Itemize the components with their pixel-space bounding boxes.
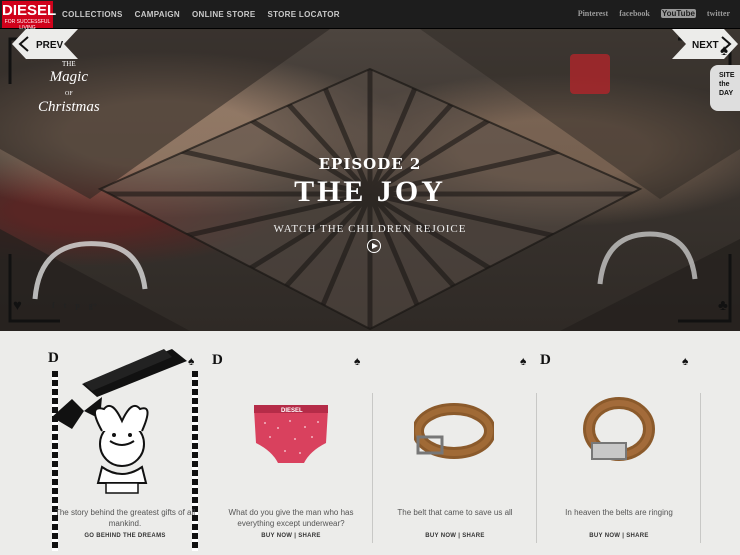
- share-button[interactable]: SHARE: [626, 533, 649, 539]
- facebook-icon[interactable]: f: [52, 301, 55, 311]
- diesel-logo[interactable]: DIESEL FOR SUCCESSFUL LIVING: [2, 1, 57, 31]
- club-icon: ♣: [718, 297, 728, 314]
- site-tab-line2: the DAY: [719, 81, 734, 97]
- site-of-the-day-tab[interactable]: SITE the DAY: [710, 65, 740, 111]
- underwear-image[interactable]: DIESEL: [250, 403, 332, 465]
- menu-item-campaign[interactable]: CAMPAIGN: [135, 9, 180, 21]
- buy-now-button[interactable]: BUY NOW: [425, 533, 456, 539]
- product-row: D ♠ The story behind the greatest gifts …: [0, 331, 740, 555]
- spade-icon: ♠: [682, 354, 689, 368]
- belt-2-caption: In heaven the belts are ringing: [565, 508, 673, 517]
- product-card-belt-2: D ♠ In heaven the belts are ringing BUY …: [538, 331, 700, 555]
- top-nav: DIESEL FOR SUCCESSFUL LIVING COLLECTIONS…: [0, 0, 740, 31]
- column-divider: [700, 393, 701, 543]
- menu-item-collections[interactable]: COLLECTIONS: [62, 9, 123, 21]
- social-links: Pinterest facebook YouTube twitter: [578, 8, 730, 20]
- pinterest-link[interactable]: Pinterest: [578, 8, 609, 20]
- magic-of-christmas-logo: THE Magic OF Christmas: [38, 59, 100, 115]
- episode-title: THE JOY: [294, 175, 446, 208]
- brand-christmas: Christmas: [38, 99, 100, 115]
- logo-text: DIESEL: [2, 2, 57, 19]
- brand-of: OF: [65, 91, 73, 97]
- episode-subtitle[interactable]: WATCH THE CHILDREN REJOICE: [0, 223, 740, 235]
- hero-video-area[interactable]: THE Magic OF Christmas EPISODE 2 THE JOY…: [0, 29, 740, 331]
- next-label: NEXT: [692, 40, 719, 51]
- share-button[interactable]: SHARE: [462, 533, 485, 539]
- google-plus-icon[interactable]: g+: [89, 301, 98, 311]
- main-menu: COLLECTIONS CAMPAIGN ONLINE STORE STORE …: [62, 9, 340, 21]
- belt-image-2[interactable]: [582, 395, 656, 467]
- episode-label: EPISODE 2: [318, 155, 422, 173]
- spade-icon: ♠: [354, 354, 361, 368]
- youtube-link[interactable]: YouTube: [660, 8, 696, 20]
- prev-button[interactable]: PREV: [12, 29, 78, 59]
- buy-now-button[interactable]: BUY NOW: [589, 533, 620, 539]
- underwear-actions: BUY NOW | SHARE: [261, 533, 321, 539]
- d-letter-icon: D: [540, 352, 551, 368]
- go-behind-the-dreams-link[interactable]: GO BEHIND THE DREAMS: [45, 532, 205, 540]
- column-divider: [372, 393, 373, 543]
- share-button[interactable]: SHARE: [298, 533, 321, 539]
- site-tab-line1: SITE: [719, 72, 735, 79]
- pinterest-icon[interactable]: p: [75, 301, 79, 311]
- column-divider: [536, 393, 537, 543]
- gifts-of-the-day-banner: [84, 349, 172, 391]
- spade-icon: ♠: [720, 42, 728, 59]
- twitter-link[interactable]: twitter: [707, 8, 730, 20]
- go-behind-label: GO BEHIND THE DREAMS: [84, 533, 166, 539]
- next-button[interactable]: NEXT: [672, 29, 738, 59]
- buy-now-button[interactable]: BUY NOW: [261, 533, 292, 539]
- story-caption: The story behind the greatest gifts of a…: [54, 508, 196, 528]
- underwear-brand-text: DIESEL: [281, 408, 303, 414]
- play-icon[interactable]: [367, 239, 381, 253]
- hero-share-icons: f t p g+: [52, 301, 97, 311]
- prev-label: PREV: [36, 40, 64, 51]
- youtube-label: YouTube: [660, 9, 696, 18]
- menu-item-store-locator[interactable]: STORE LOCATOR: [267, 9, 339, 21]
- spade-icon: ♠: [520, 354, 527, 368]
- d-letter-icon: D: [212, 352, 223, 368]
- product-card-belt-1: ♠ The belt that came to save us all BUY …: [374, 331, 536, 555]
- belt-1-caption: The belt that came to save us all: [397, 508, 513, 517]
- underwear-caption: What do you give the man who has everyth…: [228, 508, 354, 528]
- belt-2-actions: BUY NOW | SHARE: [589, 533, 649, 539]
- menu-item-online-store[interactable]: ONLINE STORE: [192, 9, 255, 21]
- brand-magic: Magic: [49, 69, 88, 85]
- story-card: D ♠ The story behind the greatest gifts …: [40, 331, 210, 555]
- belt-image-1[interactable]: [414, 397, 494, 461]
- belt-1-actions: BUY NOW | SHARE: [425, 533, 485, 539]
- twitter-icon[interactable]: t: [64, 301, 67, 311]
- facebook-link[interactable]: facebook: [619, 8, 650, 20]
- heart-icon: ♥: [13, 297, 22, 314]
- product-card-underwear: D ♠ DIESEL What do you give the man who …: [210, 331, 372, 555]
